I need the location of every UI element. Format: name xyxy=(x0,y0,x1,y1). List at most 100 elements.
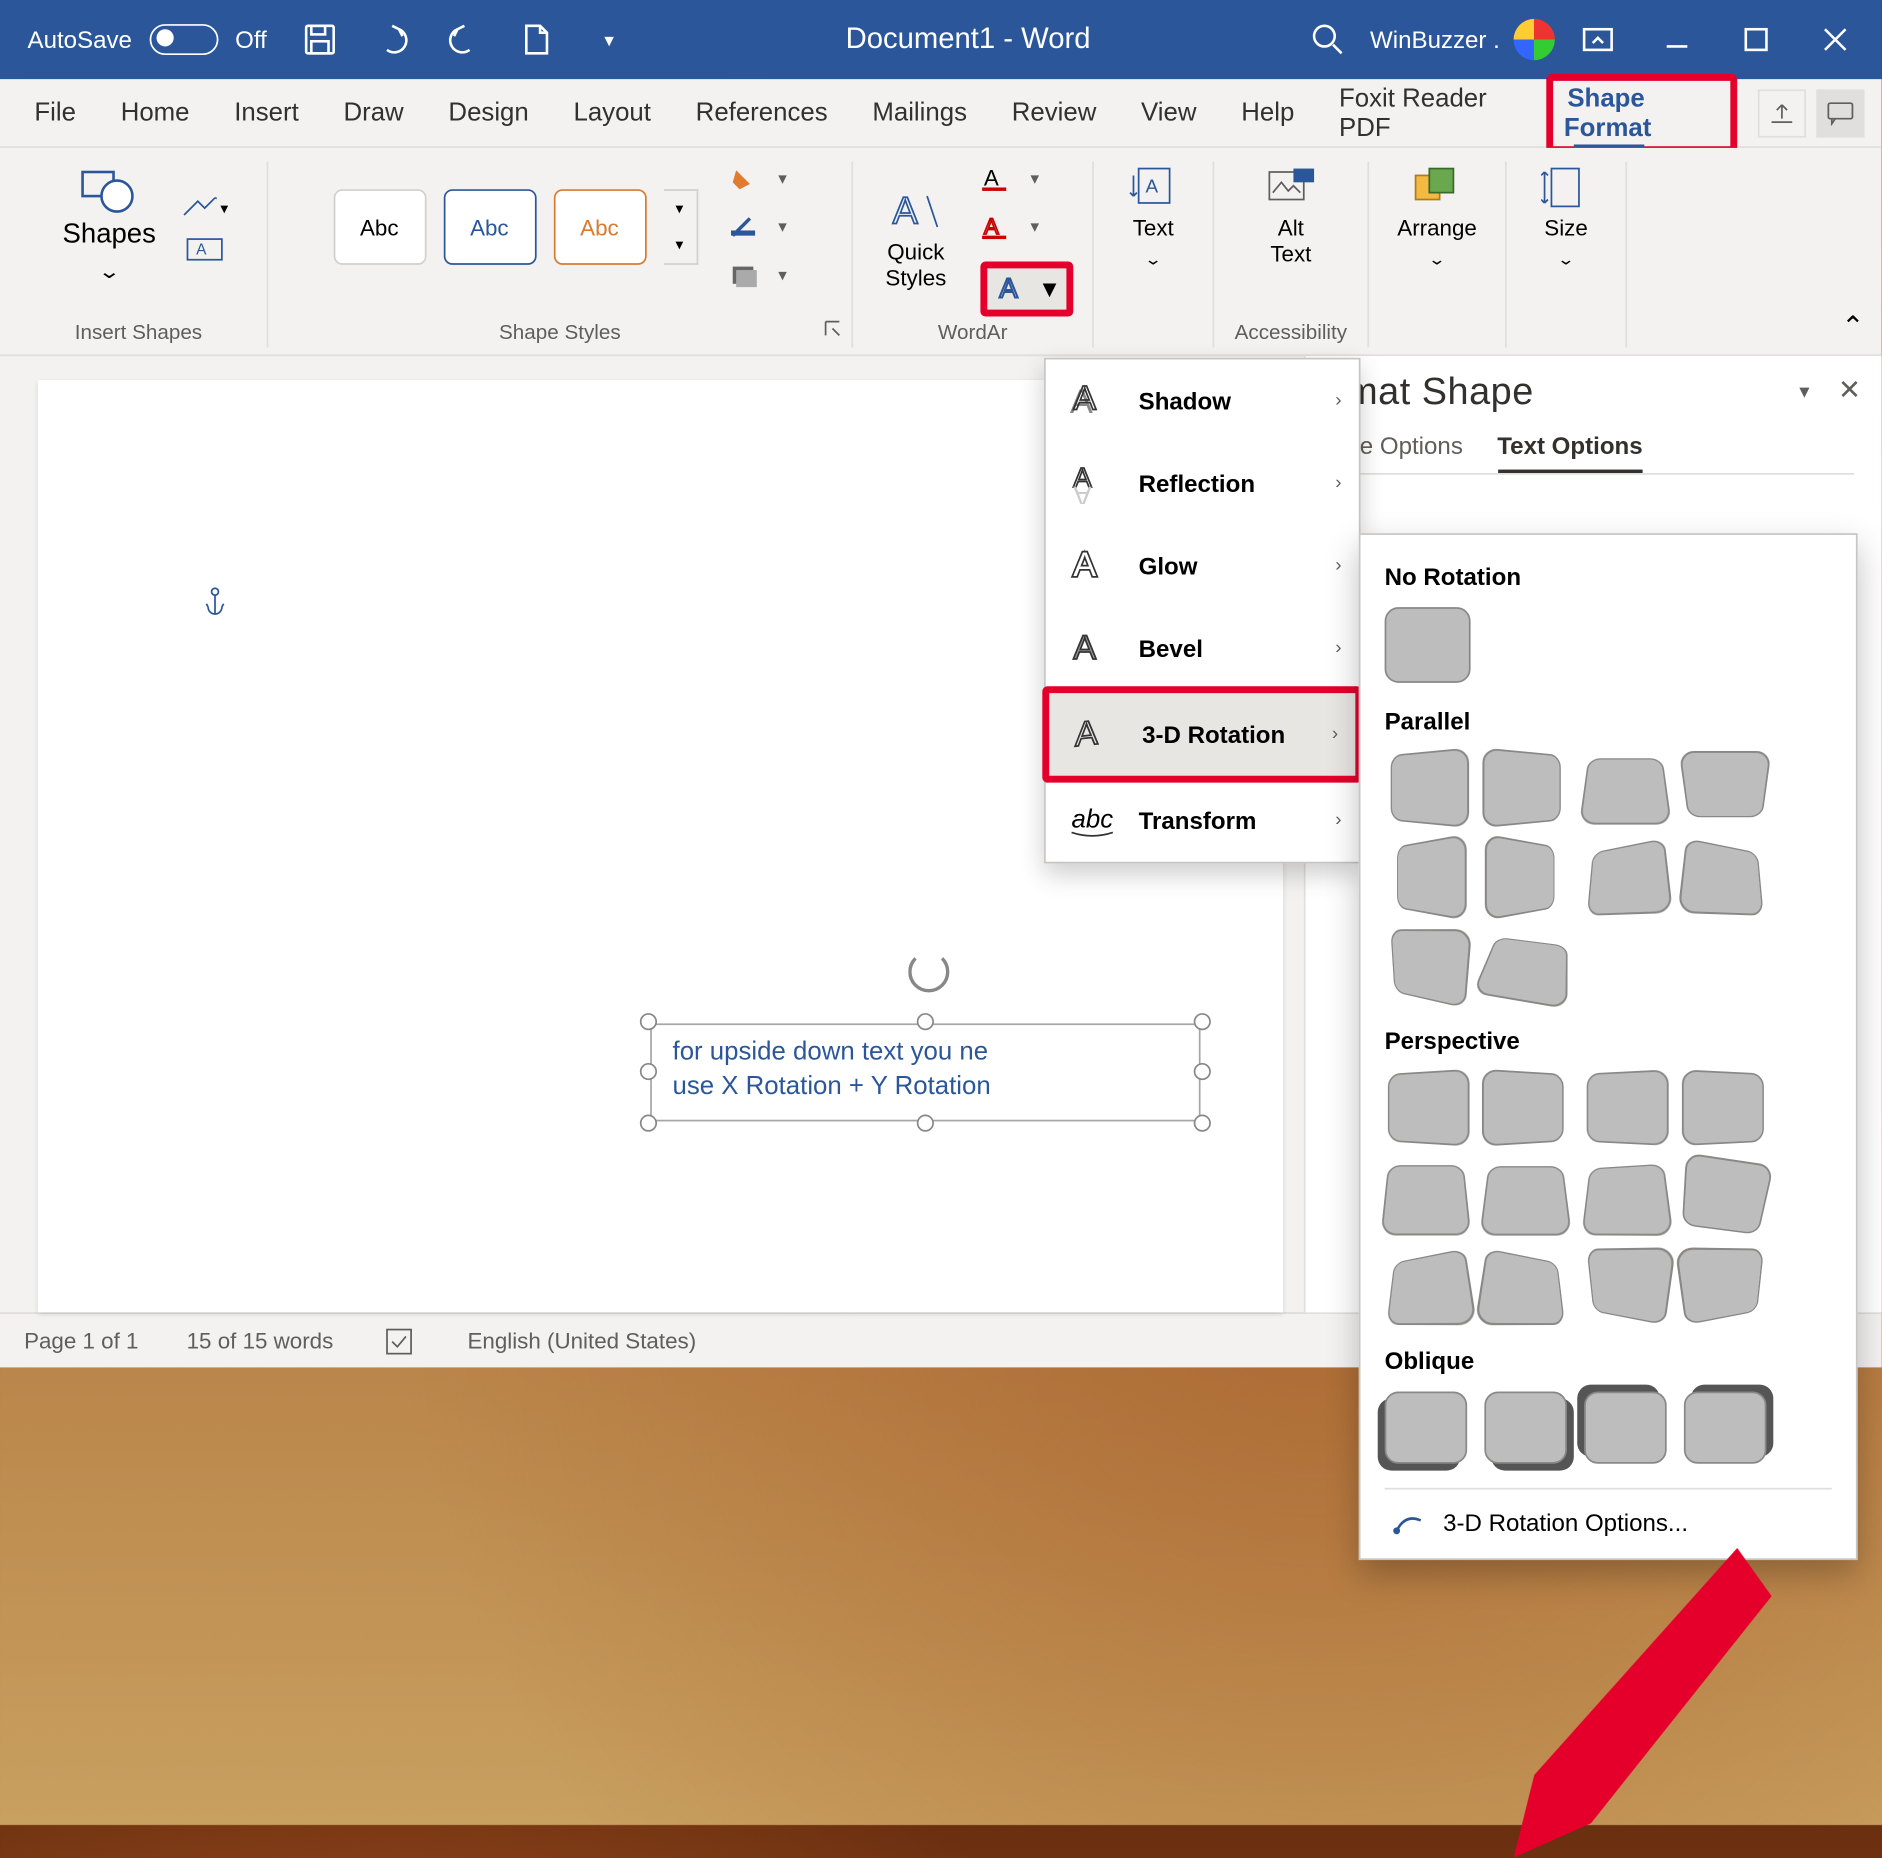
rotation-preset[interactable] xyxy=(1472,937,1567,1009)
word-count[interactable]: 15 of 15 words xyxy=(187,1328,334,1354)
comments-button[interactable] xyxy=(1816,89,1864,137)
text-options-tab[interactable]: Text Options xyxy=(1497,432,1642,473)
effects-shadow[interactable]: AA Shadow› xyxy=(1046,359,1359,442)
resize-handle[interactable] xyxy=(917,1013,934,1030)
style-swatch[interactable]: Abc xyxy=(333,189,426,265)
text-effects-menu: AA Shadow› AA Reflection› AA Glow› A Bev… xyxy=(1044,358,1360,864)
rotation-preset[interactable] xyxy=(1386,1248,1477,1325)
resize-handle[interactable] xyxy=(1194,1114,1211,1131)
shapes-gallery-button[interactable]: Shapes ⌄ xyxy=(49,162,170,296)
rotation-preset[interactable] xyxy=(1679,751,1772,817)
rotation-preset[interactable] xyxy=(1397,834,1467,921)
quick-styles-label: Quick Styles xyxy=(885,238,946,290)
tab-foxit[interactable]: Foxit Reader PDF xyxy=(1322,73,1537,152)
tab-layout[interactable]: Layout xyxy=(556,88,668,138)
pane-close-button[interactable]: ✕ xyxy=(1838,373,1861,407)
shape-styles-gallery[interactable]: Abc Abc Abc ▾▾ xyxy=(333,189,698,265)
tab-view[interactable]: View xyxy=(1124,88,1214,138)
shape-outline-button[interactable]: ▾ xyxy=(728,210,786,244)
selected-textbox[interactable]: for upside down text you ne use X Rotati… xyxy=(650,1023,1200,1120)
rotation-preset[interactable] xyxy=(1579,758,1672,824)
tab-references[interactable]: References xyxy=(678,88,844,138)
rotation-preset[interactable] xyxy=(1380,1165,1471,1235)
alt-text-button[interactable]: Alt Text xyxy=(1251,162,1330,270)
textbox-button[interactable]: A xyxy=(180,234,228,265)
resize-handle[interactable] xyxy=(640,1114,657,1131)
tab-insert[interactable]: Insert xyxy=(217,88,316,138)
undo-button[interactable] xyxy=(356,3,428,75)
rotation-preset[interactable] xyxy=(1674,1247,1764,1325)
text-fill-button[interactable]: A▾ xyxy=(981,162,1039,196)
page-indicator[interactable]: Page 1 of 1 xyxy=(24,1328,138,1354)
rotation-preset[interactable] xyxy=(1482,1069,1564,1147)
tab-home[interactable]: Home xyxy=(103,88,206,138)
new-doc-button[interactable] xyxy=(501,3,573,75)
dialog-launcher-icon[interactable] xyxy=(824,320,845,341)
rotation-preset[interactable] xyxy=(1485,834,1555,921)
shape-fill-button[interactable]: ▾ xyxy=(728,162,786,196)
tab-help[interactable]: Help xyxy=(1224,88,1311,138)
effects-reflection[interactable]: AA Reflection› xyxy=(1046,442,1359,525)
collapse-ribbon-button[interactable]: ⌃ xyxy=(1841,310,1864,344)
rotation-preset[interactable] xyxy=(1587,1069,1669,1145)
rotation-preset[interactable] xyxy=(1684,1391,1767,1463)
rotation-preset[interactable] xyxy=(1581,1164,1673,1236)
user-account[interactable]: WinBuzzer . xyxy=(1370,19,1555,60)
style-swatch[interactable]: Abc xyxy=(443,189,536,265)
resize-handle[interactable] xyxy=(640,1013,657,1030)
pane-options-dropdown[interactable]: ▼ xyxy=(1796,384,1813,403)
text-outline-button[interactable]: A▾ xyxy=(981,210,1039,244)
resize-handle[interactable] xyxy=(1194,1013,1211,1030)
rotation-preset[interactable] xyxy=(1682,1152,1774,1234)
rotation-preset[interactable] xyxy=(1587,838,1673,916)
text-direction-button[interactable]: A Text ⌄ xyxy=(1114,162,1193,277)
tab-review[interactable]: Review xyxy=(995,88,1114,138)
minimize-button[interactable] xyxy=(1641,3,1713,75)
tab-file[interactable]: File xyxy=(17,88,93,138)
arrange-button[interactable]: Arrange ⌄ xyxy=(1384,162,1491,277)
share-button[interactable] xyxy=(1758,89,1806,137)
quick-styles-button[interactable]: A Quick Styles xyxy=(872,185,960,293)
text-effects-button[interactable]: A ▾ xyxy=(981,261,1074,316)
tab-mailings[interactable]: Mailings xyxy=(855,88,984,138)
rotation-preset[interactable] xyxy=(1391,748,1469,828)
rotation-preset[interactable] xyxy=(1484,1391,1567,1463)
shape-effects-button[interactable]: ▾ xyxy=(728,258,786,292)
redo-button[interactable] xyxy=(429,3,501,75)
rotation-preset[interactable] xyxy=(1479,1166,1572,1236)
size-button[interactable]: Size ⌄ xyxy=(1527,162,1606,277)
3d-rotation-options-link[interactable]: 3-D Rotation Options... xyxy=(1385,1488,1832,1545)
effects-3d-rotation[interactable]: A 3-D Rotation› xyxy=(1042,686,1362,782)
rotation-preset[interactable] xyxy=(1385,607,1471,683)
autosave-toggle[interactable]: AutoSave Off xyxy=(10,24,284,55)
effects-bevel[interactable]: A Bevel› xyxy=(1046,607,1359,690)
close-button[interactable] xyxy=(1799,3,1871,75)
rotate-handle[interactable] xyxy=(922,951,929,1013)
language-indicator[interactable]: English (United States) xyxy=(467,1328,696,1354)
rotation-preset[interactable] xyxy=(1677,838,1763,916)
maximize-button[interactable] xyxy=(1720,3,1792,75)
tab-shape-format[interactable]: Shape Format xyxy=(1564,77,1655,149)
rotation-preset[interactable] xyxy=(1390,929,1472,1008)
qat-customize[interactable]: ▾ xyxy=(573,3,645,75)
rotation-preset[interactable] xyxy=(1385,1391,1468,1463)
save-button[interactable] xyxy=(284,3,356,75)
effects-transform[interactable]: abc Transform› xyxy=(1046,779,1359,862)
style-more-button[interactable]: ▾▾ xyxy=(663,189,697,265)
style-swatch[interactable]: Abc xyxy=(553,189,646,265)
spellcheck-icon[interactable] xyxy=(381,1325,419,1356)
rotation-preset[interactable] xyxy=(1584,1391,1667,1463)
resize-handle[interactable] xyxy=(917,1114,934,1131)
rotation-preset[interactable] xyxy=(1474,1248,1565,1325)
search-button[interactable] xyxy=(1291,3,1363,75)
tab-draw[interactable]: Draw xyxy=(326,88,421,138)
rotation-preset[interactable] xyxy=(1682,1069,1764,1145)
rotation-preset[interactable] xyxy=(1482,748,1560,828)
textbox-content[interactable]: for upside down text you ne use X Rotati… xyxy=(650,1023,1200,1120)
rotation-preset[interactable] xyxy=(1587,1247,1677,1325)
effects-glow[interactable]: AA Glow› xyxy=(1046,525,1359,608)
ribbon-display-button[interactable] xyxy=(1562,3,1634,75)
rotation-preset[interactable] xyxy=(1388,1069,1470,1147)
tab-design[interactable]: Design xyxy=(431,88,546,138)
edit-shape-button[interactable]: ▾ xyxy=(180,193,228,224)
